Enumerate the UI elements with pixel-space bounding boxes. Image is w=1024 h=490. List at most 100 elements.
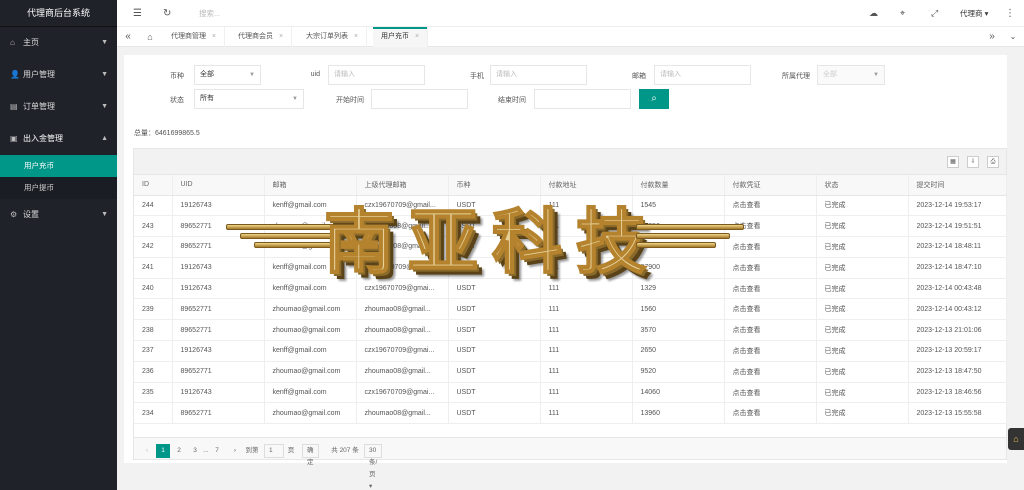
column-header[interactable]: 提交时间 [908,175,1007,196]
tabs-scroll-left-icon[interactable]: « [119,27,137,47]
email-input[interactable]: 请输入 [654,65,751,85]
view-proof-link[interactable]: 点击查看 [724,402,817,425]
watermark-text: 南亚科技 [323,200,660,284]
tab-bar: « ⌂ 代理商管理 × 代理商会员 × 大宗订单列表 × 用户充币 × » ⌄ [117,27,1024,47]
user-menu[interactable]: 代理商 ▾ [960,0,988,27]
table-cell: 2023-12-14 19:51:51 [908,215,1007,238]
table-cell: zhoumao08@gmail... [356,298,449,321]
table-cell: 2023-12-14 18:48:11 [908,236,1007,258]
column-header[interactable]: ID [134,175,173,196]
table-cell: 89652771 [172,402,265,425]
fullscreen-icon[interactable]: ⤢ [931,0,938,27]
table-row: 236 89652771 zhoumao@gmail.com zhoumao08@gm… [134,361,1007,383]
view-proof-link[interactable]: 点击查看 [724,340,817,362]
export-icon[interactable]: ⇩ [967,156,979,168]
watermark-right-wing [636,224,754,254]
table-cell: zhoumao08@gmail... [356,361,449,383]
table-toolbar: ▦ ⇩ ⎙ [134,149,1006,175]
tab-user-deposit[interactable]: 用户充币 × [373,27,429,47]
table-cell: 2023-12-13 18:46:56 [908,382,1007,404]
tab-agent-members[interactable]: 代理商会员 × [230,27,293,47]
sidebar-item-orders[interactable]: ▤ 订单管理 ▼ [0,91,117,123]
table-cell: zhoumao@gmail.com [264,319,357,342]
close-icon[interactable]: × [279,33,283,40]
search-button[interactable]: ⌕ [639,89,669,109]
table-cell: 89652771 [172,298,265,321]
agent-select[interactable]: 全部 ▼ [817,65,885,85]
print-icon[interactable]: ⎙ [987,156,999,168]
uid-input[interactable]: 请输入 [328,65,425,85]
table-cell: 89652771 [172,361,265,383]
table-cell: 19126743 [172,382,265,404]
tab-agent-management[interactable]: 代理商管理 × [163,27,226,47]
tag-icon[interactable]: ⌖ [900,0,905,27]
table-cell: 2023-12-14 00:43:12 [908,298,1007,321]
table-cell: 2023-12-13 18:47:50 [908,361,1007,383]
columns-filter-icon[interactable]: ▦ [947,156,959,168]
page-ellipsis: ... [203,447,209,454]
status-select[interactable]: 所有 ▼ [194,89,304,109]
next-page-icon[interactable]: › [230,444,240,458]
table-cell: 111 [540,319,633,342]
theme-icon[interactable]: ☁ [869,0,878,27]
table-cell: 已完成 [816,215,909,238]
table-cell: 19126743 [172,340,265,362]
table-cell: 111 [540,298,633,321]
start-time-label: 开始时间 [336,97,364,104]
goto-confirm-button[interactable]: 确定 [302,444,319,466]
user-icon: 👤 [10,70,20,79]
table-cell: 1560 [632,298,725,321]
view-proof-link[interactable]: 点击查看 [724,319,817,342]
search-input[interactable]: 搜索... [199,0,220,27]
sidebar-item-users[interactable]: 👤 用户管理 ▼ [0,59,117,91]
close-icon[interactable]: × [354,33,358,40]
sidebar-subitem-deposit[interactable]: 用户充币 [0,155,117,177]
column-header[interactable]: 状态 [816,175,909,196]
more-icon[interactable]: ⋮ [1005,0,1015,27]
table-cell: czx19670709@gmai... [356,340,449,362]
uid-label: uid [310,71,320,78]
page-2[interactable]: 2 [174,444,184,458]
close-icon[interactable]: × [212,33,216,40]
side-helper-icon[interactable]: ⌂ [1008,428,1024,450]
chevron-down-icon: ▼ [101,39,108,46]
table-cell: kenff@gmail.com [264,340,357,362]
search-icon: ⌕ [651,93,657,104]
table-cell: zhoumao@gmail.com [264,298,357,321]
sidebar-item-settings[interactable]: ⚙ 设置 ▼ [0,199,117,231]
sidebar-subitem-withdraw[interactable]: 用户提币 [0,177,117,199]
tab-bulk-orders[interactable]: 大宗订单列表 × [298,27,368,47]
end-time-input[interactable] [534,89,631,109]
page-7[interactable]: 7 [212,444,222,458]
sidebar-item-funds[interactable]: ▣ 出入金管理 ▲ [0,123,117,155]
prev-page-icon[interactable]: ‹ [142,444,152,458]
table-cell: czx19670709@gmai... [356,382,449,404]
page-3[interactable]: 3 [190,444,200,458]
app-root: 代理商后台系统 ⌂ 主页 ▼ 👤 用户管理 ▼ ▤ 订单管理 ▼ ▣ 出入金管理 ▲ 用… [0,0,1024,490]
table-row: 234 89652771 zhoumao@gmail.com zhoumao08@gm… [134,402,1007,425]
view-proof-link[interactable]: 点击查看 [724,382,817,404]
menu-toggle-icon[interactable]: ☰ [133,0,142,27]
table-cell: 2023-12-13 15:55:58 [908,402,1007,425]
page-size-select[interactable]: 30 条/页 ▾ [364,444,383,490]
sidebar-item-home[interactable]: ⌂ 主页 ▼ [0,27,117,59]
start-time-input[interactable] [371,89,468,109]
table-cell: 已完成 [816,257,909,279]
chevron-down-icon: ▼ [249,72,255,78]
currency-select[interactable]: 全部 ▼ [194,65,261,85]
table-cell: 已完成 [816,319,909,342]
tabs-scroll-right-icon[interactable]: » [983,27,1001,47]
table-cell: 已完成 [816,340,909,362]
phone-input[interactable]: 请输入 [490,65,587,85]
table-cell: 237 [134,340,173,362]
table-row: 237 19126743 kenff@gmail.com czx19670709@gm… [134,340,1007,362]
view-proof-link[interactable]: 点击查看 [724,361,817,383]
table-cell: 2023-12-14 19:53:17 [908,195,1007,217]
refresh-icon[interactable]: ↻ [163,0,171,27]
close-icon[interactable]: × [415,33,419,40]
tabs-dropdown-icon[interactable]: ⌄ [1004,27,1022,47]
page-1[interactable]: 1 [156,444,170,458]
home-tab-icon[interactable]: ⌂ [141,27,159,47]
view-proof-link[interactable]: 点击查看 [724,298,817,321]
goto-page-input[interactable]: 1 [264,444,284,458]
